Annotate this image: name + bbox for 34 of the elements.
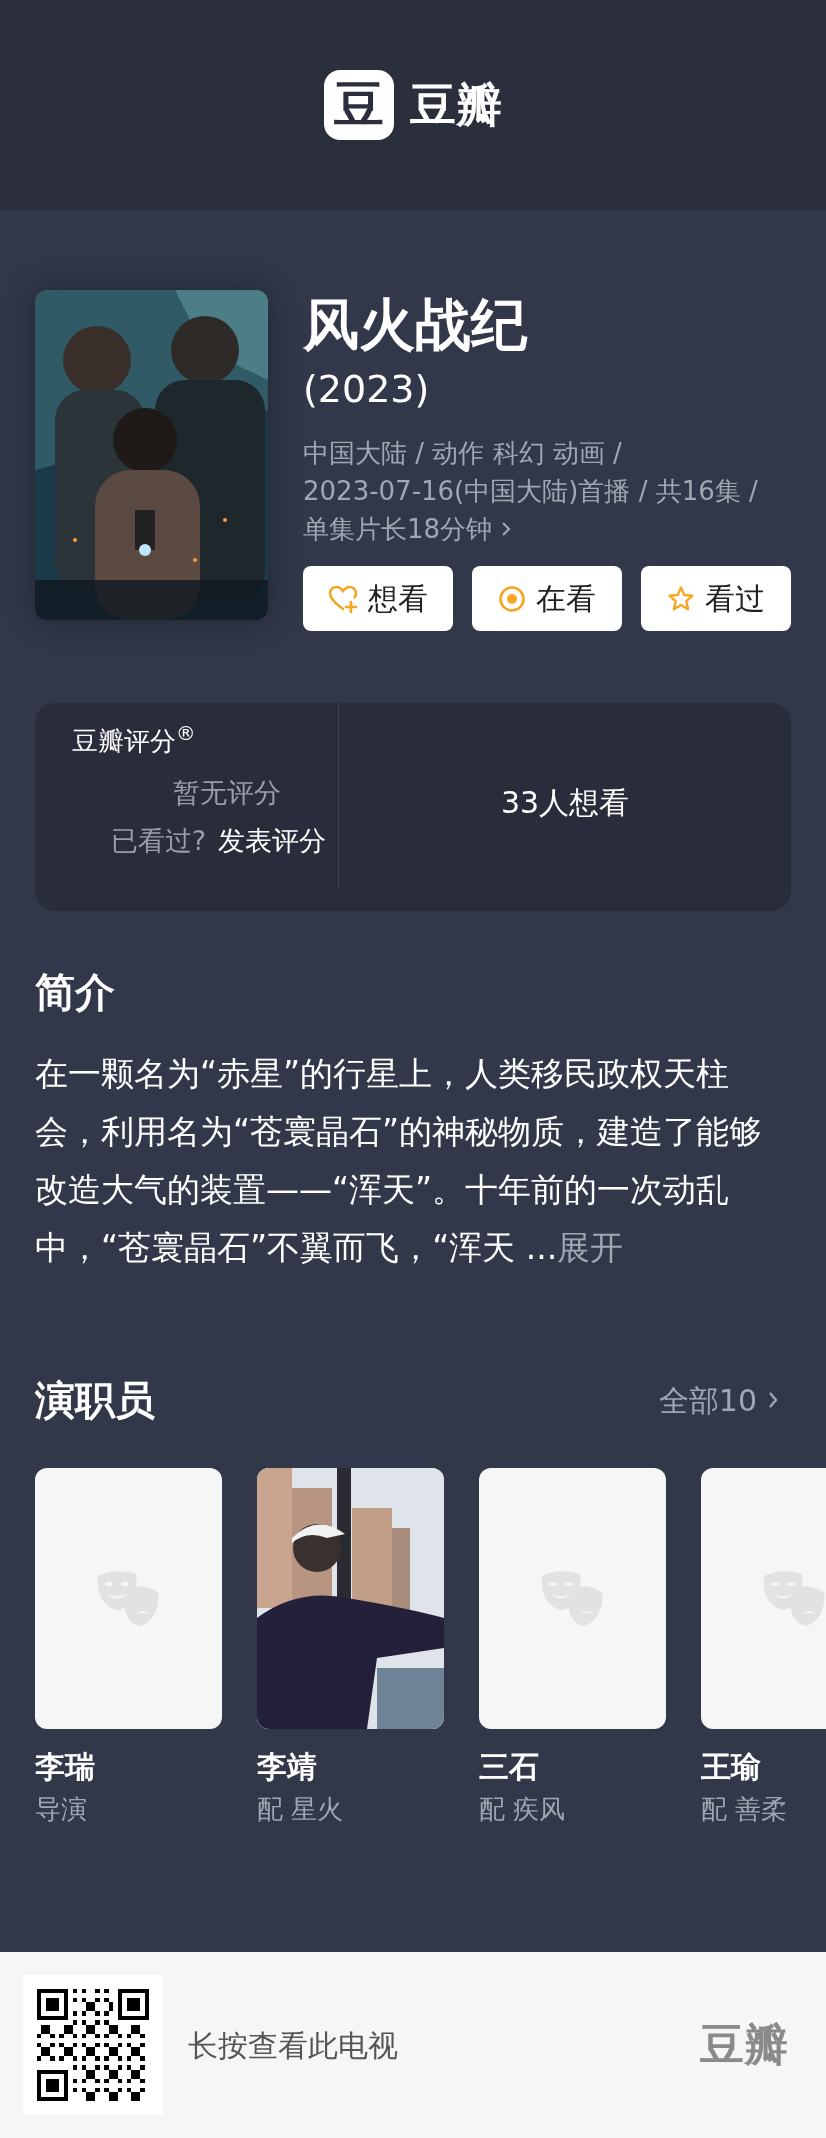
view-all-link[interactable]: 全部10 [658,1377,779,1423]
qr-code-icon [37,1989,149,2101]
meta-line: 2023-07-16(中国大陆)首播 / 共16集 / [303,475,758,508]
mark-button[interactable]: 想看 [303,566,453,631]
rating-title: 豆瓣评分$^{®}$ [72,723,197,758]
cast-name: 李瑞 [35,1748,96,1786]
cast-name: 王瑜 [701,1748,762,1786]
mark-button[interactable]: 在看 [472,566,622,631]
meta-line: 单集片长18分钟 [303,513,493,546]
show-title: 风火战纪 [303,291,529,359]
target-icon [498,584,526,613]
expand-link[interactable]: 展开 [557,1228,624,1267]
logo-mark: 豆 [324,70,394,140]
footer-logo: 豆瓣 [700,2018,788,2072]
cast-role: 导演 [35,1793,88,1826]
wish-count: 33人想看 [500,783,630,822]
footer-hint: 长按查看此电视 [188,2026,398,2065]
cast-name: 三石 [479,1748,540,1786]
heart-plus-icon [328,584,358,613]
synopsis-text: 在一颗名为“赤星”的行星上，人类移民政权天柱会，利用名为“苍寰晶石”的神秘物质，建造了能够改造大气的装置——“浑天”。十年前的一次动乱中，“苍寰晶石”不翼而飞，“浑天 ...展开 [34,1053,764,1269]
logo-text: 豆瓣 [410,82,502,128]
release-year: (2023) [303,366,431,413]
meta-line: 中国大陆 / 动作 科幻 动画 / [303,437,622,470]
cast-role: 配 善柔 [701,1793,789,1826]
cast-role: 配 星火 [257,1793,345,1826]
rating-status: 暂无评分 [173,776,281,810]
rate-link[interactable]: 发表评分 [218,821,326,861]
watched-prompt: 已看过? [110,824,206,858]
section-heading: 演职员 [35,1377,155,1423]
section-heading: 简介 [34,969,116,1015]
cast-name: 李靖 [257,1748,318,1786]
mark-button[interactable]: 看过 [641,566,791,631]
cast-role: 配 疾风 [479,1793,567,1826]
star-icon [667,584,695,613]
